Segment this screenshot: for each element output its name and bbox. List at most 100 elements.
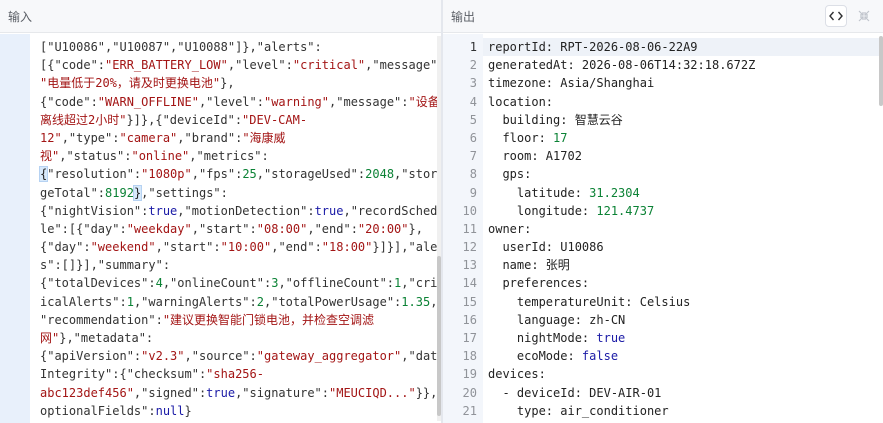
code-token: ,"signed": xyxy=(133,385,207,400)
collapse-icon xyxy=(858,10,870,22)
code-token: icalAlerts": xyxy=(40,294,127,309)
input-pane-header: 输入 xyxy=(0,0,441,33)
code-token: ,"offlineCount": xyxy=(278,276,395,291)
code-token: generatedAt: xyxy=(488,58,582,73)
code-token: null xyxy=(155,403,185,418)
code-line: userId: U10086 xyxy=(488,238,755,256)
code-line: ecoMode: false xyxy=(488,347,755,365)
line-number: 20 xyxy=(462,385,477,400)
code-token: }]},{"deviceId": xyxy=(126,112,243,127)
line-number: 9 xyxy=(469,185,477,200)
code-line: {"day":"weekend","start":"10:00","end":"… xyxy=(40,238,441,256)
code-token: ,"data xyxy=(401,349,441,364)
code-token: reportId: xyxy=(488,40,561,54)
code-token: le":[{"day": xyxy=(40,221,127,236)
code-token: "08:00" xyxy=(256,221,308,236)
input-pane: 输入 ["U10086","U10087","U10088"]},"alerts… xyxy=(0,0,441,423)
code-token: ecoMode: xyxy=(488,349,582,364)
code-view-button[interactable] xyxy=(825,5,847,27)
output-scrollbar[interactable] xyxy=(879,36,883,421)
output-pane-title: 输出 xyxy=(451,9,476,24)
code-line: preferences: xyxy=(488,274,755,292)
code-token: 8192 xyxy=(105,185,134,200)
code-token: ,"end": xyxy=(271,240,322,255)
output-code-area[interactable]: reportId: RPT-2026-08-06-22A9 generatedAt… xyxy=(488,38,755,420)
code-token: userId: xyxy=(488,240,561,255)
code-line: reportId: RPT-2026-08-06-22A9 xyxy=(488,38,755,56)
code-token: "建议更换智能门锁电池，并检查空调滤 xyxy=(162,312,375,327)
code-line: {"apiVersion":"v2.3","source":"gateway_a… xyxy=(40,347,441,365)
code-token: Integrity":{"checksum": xyxy=(40,367,207,382)
code-token: ,"type": xyxy=(61,130,120,145)
code-line: le":[{"day":"weekday","start":"08:00","e… xyxy=(40,220,441,238)
code-line: generatedAt: 2026-08-06T14:32:18.672Z xyxy=(488,56,755,74)
code-token: "weekend" xyxy=(90,240,156,255)
code-token: {"nightVision": xyxy=(40,203,149,218)
code-token: Asia/Shanghai xyxy=(560,76,655,91)
code-token: 张明 xyxy=(545,258,570,273)
code-token: true xyxy=(596,331,626,345)
input-editor[interactable]: ["U10086","U10087","U10088"]},"alerts": [… xyxy=(0,34,441,423)
code-token: {"code": xyxy=(40,94,98,109)
code-line: nightMode: true xyxy=(488,329,755,347)
code-token: ,"message": xyxy=(329,94,409,109)
code-token: 网" xyxy=(40,331,60,345)
code-token: } xyxy=(184,403,192,418)
line-number: 13 xyxy=(462,258,477,273)
code-line: ["U10086","U10087","U10088"]},"alerts": xyxy=(40,38,441,56)
code-token: building: xyxy=(488,112,575,127)
input-code-area[interactable]: ["U10086","U10087","U10088"]},"alerts": [… xyxy=(38,38,441,420)
code-line: language: zh-CN xyxy=(488,311,755,329)
code-token: Celsius xyxy=(639,294,691,309)
code-token: "recommendation": xyxy=(40,312,163,327)
code-token: 25 xyxy=(242,167,257,182)
code-token: "v2.3" xyxy=(141,349,185,364)
code-line: {"code":"WARN_OFFLINE","level":"warning"… xyxy=(40,93,441,111)
code-token: "sha256- xyxy=(206,367,264,382)
line-number: 3 xyxy=(469,76,477,91)
line-number: 14 xyxy=(462,276,477,291)
code-token: U10086 xyxy=(560,240,604,255)
code-line: optionalFields":null} xyxy=(40,402,441,420)
input-pane-title: 输入 xyxy=(8,9,33,24)
output-line-numbers: 1 2 3 4 5 6 7 8 9 10 11 12 13 14 15 16 17 18 19 20 21 xyxy=(443,38,477,420)
code-line: 网"},"metadata": xyxy=(40,329,441,347)
collapse-button[interactable] xyxy=(853,5,875,27)
code-token: }]}],"alert xyxy=(372,240,441,255)
code-token: 12" xyxy=(40,130,62,145)
code-token: - deviceId: xyxy=(488,385,590,400)
line-number: 7 xyxy=(469,149,477,164)
code-token: owner: xyxy=(488,221,532,236)
code-token: timezone: xyxy=(488,76,561,91)
code-token: "10:00" xyxy=(220,240,272,255)
code-token: ,"crit xyxy=(401,276,441,291)
code-token: 离线超过2小时" xyxy=(40,112,127,127)
code-token: ,"settings": xyxy=(141,185,228,200)
code-line: 视","status":"online","metrics": xyxy=(40,147,441,165)
code-line: {"totalDevices":4,"onlineCount":3,"offli… xyxy=(40,274,441,292)
code-token: {"totalDevices": xyxy=(40,276,156,291)
output-editor[interactable]: 1 2 3 4 5 6 7 8 9 10 11 12 13 14 15 16 17 18 19 20 21 report… xyxy=(443,34,883,423)
code-line: Integrity":{"checksum":"sha256- xyxy=(40,365,441,383)
code-token: room: xyxy=(488,149,546,164)
code-token: ,"metrics": xyxy=(189,149,269,164)
code-line: "电量低于20%，请及时更换电池"}, xyxy=(40,74,441,92)
code-token: ,"totalPowerUsage": xyxy=(264,294,402,309)
code-icon xyxy=(829,11,843,21)
code-token: "ERR_BATTERY_LOW" xyxy=(105,58,228,73)
line-number: 11 xyxy=(462,221,477,236)
code-line: 离线超过2小时"}]},{"deviceId":"DEV-CAM- xyxy=(40,111,441,129)
code-token: air_conditioner xyxy=(560,403,669,418)
code-line: room: A1702 xyxy=(488,147,755,165)
line-number: 6 xyxy=(469,130,477,145)
output-scrollbar-thumb[interactable] xyxy=(879,36,883,106)
code-token: "电量低于20%，请及时更换电池" xyxy=(40,76,221,91)
code-token: "online" xyxy=(131,149,190,164)
code-token: "WARN_OFFLINE" xyxy=(97,94,199,109)
code-token: ,"message": xyxy=(365,58,441,73)
code-token: ,"status": xyxy=(59,149,132,164)
code-token: }, xyxy=(408,221,423,236)
code-token: },"metadata": xyxy=(59,331,154,345)
code-token: }, xyxy=(220,76,235,91)
code-token: abc123def456" xyxy=(40,385,134,400)
